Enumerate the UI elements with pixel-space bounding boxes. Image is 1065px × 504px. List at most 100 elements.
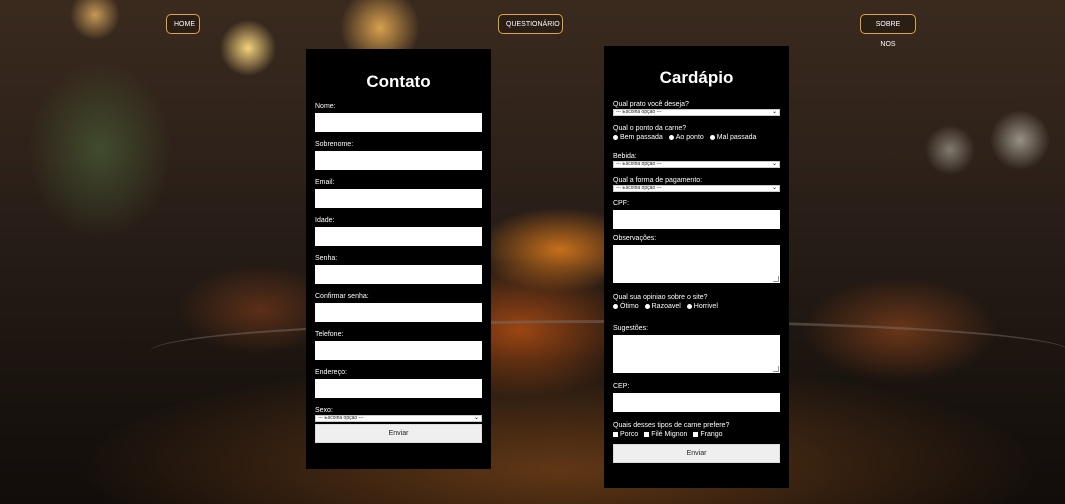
contato-enviar-button[interactable]: Enviar — [315, 424, 482, 443]
endereco-input[interactable] — [315, 379, 482, 398]
radio-icon — [644, 303, 650, 309]
opiniao-radio-group: Ótimo Razoavel Horrivel — [613, 302, 722, 311]
nome-input[interactable] — [315, 113, 482, 132]
opiniao-option-otimo[interactable]: Ótimo — [613, 303, 639, 310]
sexo-selected-value: --- Escolha opção --- — [318, 415, 364, 421]
opiniao-option-horrivel[interactable]: Horrivel — [686, 303, 718, 310]
opiniao-label: Qual sua opiniao sobre o site? — [613, 294, 708, 301]
confirmar-senha-group: Confirmar senha: — [315, 293, 482, 322]
bebida-select[interactable]: --- Escolha opção --- ⌄ — [613, 161, 780, 168]
cardapio-title: Cardápio — [659, 68, 734, 87]
sugestoes-label: Sugestões: — [613, 325, 649, 332]
nav-sobre-nos-button[interactable]: SOBRE NOS — [860, 14, 916, 48]
prato-select[interactable]: --- Escolha opção --- ⌄ — [613, 109, 780, 116]
cpf-label: CPF: — [613, 200, 629, 207]
email-label: Email: — [315, 179, 335, 186]
endereco-label: Endereço: — [315, 369, 347, 376]
senha-input[interactable] — [315, 265, 482, 284]
observacoes-group: Observações: — [613, 235, 780, 283]
email-input[interactable] — [315, 189, 482, 208]
ponto-label: Qual o ponto da carne? — [613, 125, 687, 132]
ponto-option-ao-ponto[interactable]: Ao ponto — [668, 134, 704, 141]
idade-label: Idade: — [315, 217, 335, 224]
checkbox-icon — [613, 431, 618, 437]
telefone-label: Telefone: — [315, 331, 344, 338]
endereco-group: Endereço: — [315, 369, 482, 398]
sexo-group: Sexo: --- Escolha opção --- ⌄ — [315, 407, 482, 422]
cep-group: CEP: — [613, 383, 780, 412]
nome-group: Nome: — [315, 103, 482, 132]
bebida-label: Bebida: — [613, 153, 637, 160]
sobrenome-input[interactable] — [315, 151, 482, 170]
opiniao-option-label: Horrivel — [693, 303, 718, 310]
bebida-group: Bebida: --- Escolha opção --- ⌄ — [613, 153, 780, 168]
carne-option-label: Porco — [620, 431, 639, 438]
radio-icon — [686, 303, 692, 309]
checkbox-icon — [644, 431, 650, 437]
ponto-option-bem[interactable]: Bem passada — [613, 134, 663, 141]
pagamento-label: Qual a forma de pagamento: — [613, 177, 703, 184]
opiniao-option-razoavel[interactable]: Razoavel — [644, 303, 681, 310]
observacoes-textarea[interactable] — [613, 245, 780, 283]
cpf-group: CPF: — [613, 200, 780, 229]
confirmar-senha-label: Confirmar senha: — [315, 293, 369, 300]
bebida-selected-value: --- Escolha opção --- — [616, 161, 662, 167]
sobrenome-label: Sobrenome: — [315, 141, 354, 148]
nav-questionario-button[interactable]: QUESTIONÁRIO — [498, 14, 563, 34]
nav-home-button[interactable]: HOME — [166, 14, 200, 34]
background-grill-photo — [0, 0, 1065, 504]
carne-option-frango[interactable]: Frango — [693, 431, 723, 438]
carne-option-file-mignon[interactable]: Filé Mignon — [644, 431, 687, 438]
carne-option-label: Filé Mignon — [651, 431, 688, 438]
ponto-group: Qual o ponto da carne? Bem passada Ao po… — [613, 125, 760, 142]
opiniao-option-label: Razoavel — [651, 303, 681, 310]
telefone-group: Telefone: — [315, 331, 482, 360]
senha-label: Senha: — [315, 255, 338, 262]
opiniao-option-label: Ótimo — [620, 303, 639, 310]
sobrenome-group: Sobrenome: — [315, 141, 482, 170]
observacoes-label: Observações: — [613, 235, 657, 242]
nome-label: Nome: — [315, 103, 336, 110]
ponto-option-label: Ao ponto — [675, 134, 704, 141]
idade-group: Idade: — [315, 217, 482, 246]
radio-icon — [613, 134, 618, 140]
sugestoes-group: Sugestões: — [613, 325, 780, 373]
senha-group: Senha: — [315, 255, 482, 284]
chevron-down-icon: ⌄ — [473, 415, 479, 421]
email-group: Email: — [315, 179, 482, 208]
radio-icon — [668, 134, 674, 140]
cep-input[interactable] — [613, 393, 780, 412]
carne-option-label: Frango — [700, 431, 723, 438]
resize-handle-icon[interactable] — [773, 276, 779, 282]
cep-label: CEP: — [613, 383, 630, 390]
contato-form: Contato Nome: Sobrenome: Email: Idade: S… — [306, 49, 491, 469]
chevron-down-icon: ⌄ — [771, 109, 777, 115]
carne-label: Quais desses tipos de carne prefere? — [613, 422, 730, 429]
ponto-option-mal[interactable]: Mal passada — [709, 134, 757, 141]
carne-option-porco[interactable]: Porco — [613, 431, 638, 438]
pagamento-selected-value: --- Escolha opção --- — [616, 185, 662, 191]
radio-icon — [613, 303, 618, 309]
pagamento-select[interactable]: --- Escolha opção --- ⌄ — [613, 185, 780, 192]
cardapio-enviar-button[interactable]: Enviar — [613, 444, 780, 463]
sexo-label: Sexo: — [315, 407, 333, 414]
pagamento-group: Qual a forma de pagamento: --- Escolha o… — [613, 177, 780, 192]
carne-group: Quais desses tipos de carne prefere? Por… — [613, 422, 729, 439]
ponto-option-label: Bem passada — [620, 134, 663, 141]
prato-selected-value: --- Escolha opção --- — [616, 109, 662, 115]
ponto-option-label: Mal passada — [716, 134, 757, 141]
opiniao-group: Qual sua opiniao sobre o site? Ótimo Raz… — [613, 294, 722, 311]
prato-group: Qual prato você deseja? --- Escolha opçã… — [613, 101, 780, 116]
telefone-input[interactable] — [315, 341, 482, 360]
prato-label: Qual prato você deseja? — [613, 101, 689, 108]
confirmar-senha-input[interactable] — [315, 303, 482, 322]
sexo-select[interactable]: --- Escolha opção --- ⌄ — [315, 415, 482, 422]
idade-input[interactable] — [315, 227, 482, 246]
sugestoes-textarea[interactable] — [613, 335, 780, 373]
cpf-input[interactable] — [613, 210, 780, 229]
carne-checkbox-group: Porco Filé Mignon Frango — [613, 430, 729, 439]
radio-icon — [709, 134, 715, 140]
contato-title: Contato — [366, 72, 431, 91]
resize-handle-icon[interactable] — [773, 366, 779, 372]
checkbox-icon — [693, 431, 699, 437]
